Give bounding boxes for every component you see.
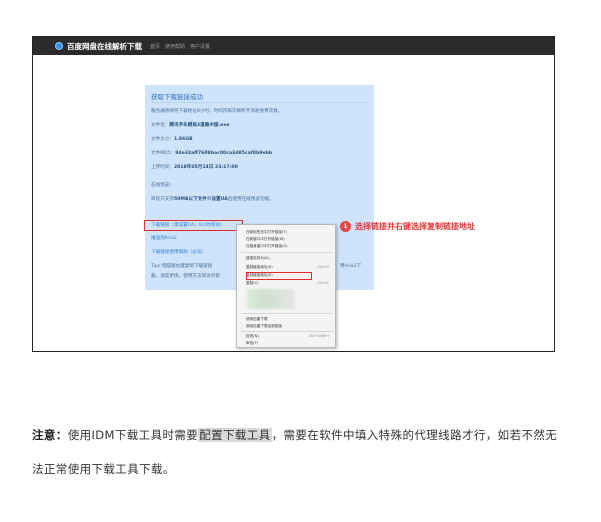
aria2-link[interactable]: 推送到Aria2 bbox=[151, 235, 177, 241]
menu-inspect[interactable]: 检查(N) bbox=[246, 334, 259, 339]
file-size-row: 文件大小：1.86GB bbox=[151, 136, 193, 142]
menu-separator bbox=[241, 313, 333, 314]
context-menu: 在新标签页中打开链接(T) 在新窗口中打开链接(W) 在隐身窗口中打开链接(G)… bbox=[236, 224, 336, 348]
menu-open-incognito[interactable]: 在隐身窗口中打开链接(G) bbox=[246, 244, 288, 249]
panel-divider bbox=[151, 102, 368, 103]
brand-title[interactable]: 百度网盘在线解析下载 bbox=[67, 41, 142, 52]
nav-home[interactable]: 首页 bbox=[150, 43, 160, 50]
annotation-text: 选择链接并右键选择复制链接地址 bbox=[355, 222, 475, 231]
upload-time-label: 上传时间： bbox=[151, 165, 174, 170]
nav-settings[interactable]: 用户设置 bbox=[190, 43, 210, 50]
preview-text-pre: 目前只支持 bbox=[151, 197, 174, 202]
screenshot-frame: 百度网盘在线解析下载 首页 使用帮助 用户设置 获取下载链接成功 服务器将保存下… bbox=[32, 36, 555, 352]
step-number-badge: 1 bbox=[340, 221, 351, 232]
menu-save-link-as[interactable]: 链接另存为(K)... bbox=[246, 256, 273, 261]
upload-time-value: 2018年05月14日 23:17:00 bbox=[173, 165, 238, 170]
md5-value: 94e32aff7608bac00ca3d85caf8b9ebb bbox=[175, 151, 273, 156]
note-label: 注意： bbox=[32, 428, 68, 442]
file-name-value: 腾讯手车模拟2道路中国.exe bbox=[169, 123, 230, 128]
note-paragraph: 注意：使用IDM下载工具时需要配置下载工具，需要在软件中填入特殊的代理线路才行，… bbox=[32, 418, 568, 486]
menu-separator bbox=[241, 252, 333, 253]
blurred-extension-region bbox=[247, 289, 295, 309]
note-text-pre: 使用IDM下载工具时需要 bbox=[67, 428, 199, 442]
preview-text-ua: 设置UA bbox=[211, 197, 228, 202]
cloud-logo-icon bbox=[55, 42, 63, 50]
menu-copy[interactable]: 复制(C) bbox=[246, 281, 259, 286]
download-link-highlight bbox=[144, 220, 243, 231]
menu-review[interactable]: 审查(F) bbox=[246, 341, 258, 346]
preview-text: 目前只支持50MB以下文件和设置UA后使用在线预览功能。 bbox=[151, 196, 274, 202]
file-size-label: 文件大小： bbox=[151, 137, 174, 142]
preview-text-post: 后使用在线预览功能。 bbox=[227, 197, 274, 202]
menu-open-new-window[interactable]: 在新窗口中打开链接(W) bbox=[246, 237, 285, 242]
panel-title: 获取下载链接成功 bbox=[151, 93, 203, 101]
tips-line-1: Tips:电脑版右键复制下载链接 用Aria2下 bbox=[151, 263, 361, 269]
nav-help[interactable]: 使用帮助 bbox=[165, 43, 185, 50]
file-name-label: 文件名： bbox=[151, 123, 170, 128]
top-navbar: 百度网盘在线解析下载 首页 使用帮助 用户设置 bbox=[33, 37, 554, 55]
menu-shortcut-ctrl-s: Ctrl+S bbox=[317, 265, 329, 269]
tips-line-1-text: Tips:电脑版右键复制下载链接 bbox=[151, 264, 213, 269]
tips-line-1-end: 用Aria2下 bbox=[340, 264, 362, 269]
menu-item-ctrl-s[interactable]: 复制链接地址(E) bbox=[246, 265, 273, 270]
menu-shortcut-ctrl-c: Ctrl+C bbox=[317, 281, 329, 285]
tips-line-2: 载，速度更快，使用方法请访问帮 bbox=[151, 274, 220, 279]
md5-row: 文件MD5：94e32aff7608bac00ca3d85caf8b9ebb bbox=[151, 150, 272, 156]
file-size-value: 1.86GB bbox=[173, 137, 193, 142]
help-link[interactable]: 下载链接使用帮助（必读） bbox=[151, 249, 206, 255]
menu-open-new-tab[interactable]: 在新标签页中打开链接(T) bbox=[246, 230, 287, 235]
note-highlight: 配置下载工具 bbox=[198, 428, 272, 442]
save-notice: 服务器将保存下载地址8小时，时间内再次解析不消耗免费次数。 bbox=[151, 109, 283, 114]
menu-thunder-download[interactable]: 使用迅雷下载 bbox=[246, 317, 268, 322]
file-name-row: 文件名：腾讯手车模拟2道路中国.exe bbox=[151, 122, 229, 128]
preview-label: 在线预览： bbox=[151, 183, 174, 188]
upload-time-row: 上传时间：2018年05月14日 23:17:00 bbox=[151, 164, 238, 170]
md5-label: 文件MD5： bbox=[151, 151, 176, 156]
copy-link-highlight bbox=[246, 272, 312, 280]
menu-separator bbox=[241, 331, 333, 332]
menu-thunder-download-all[interactable]: 使用迅雷下载全部链接 bbox=[246, 324, 282, 329]
preview-text-size: 50MB以下文件 bbox=[173, 197, 207, 202]
menu-shortcut-inspect: Ctrl+Shift+I bbox=[308, 334, 329, 338]
